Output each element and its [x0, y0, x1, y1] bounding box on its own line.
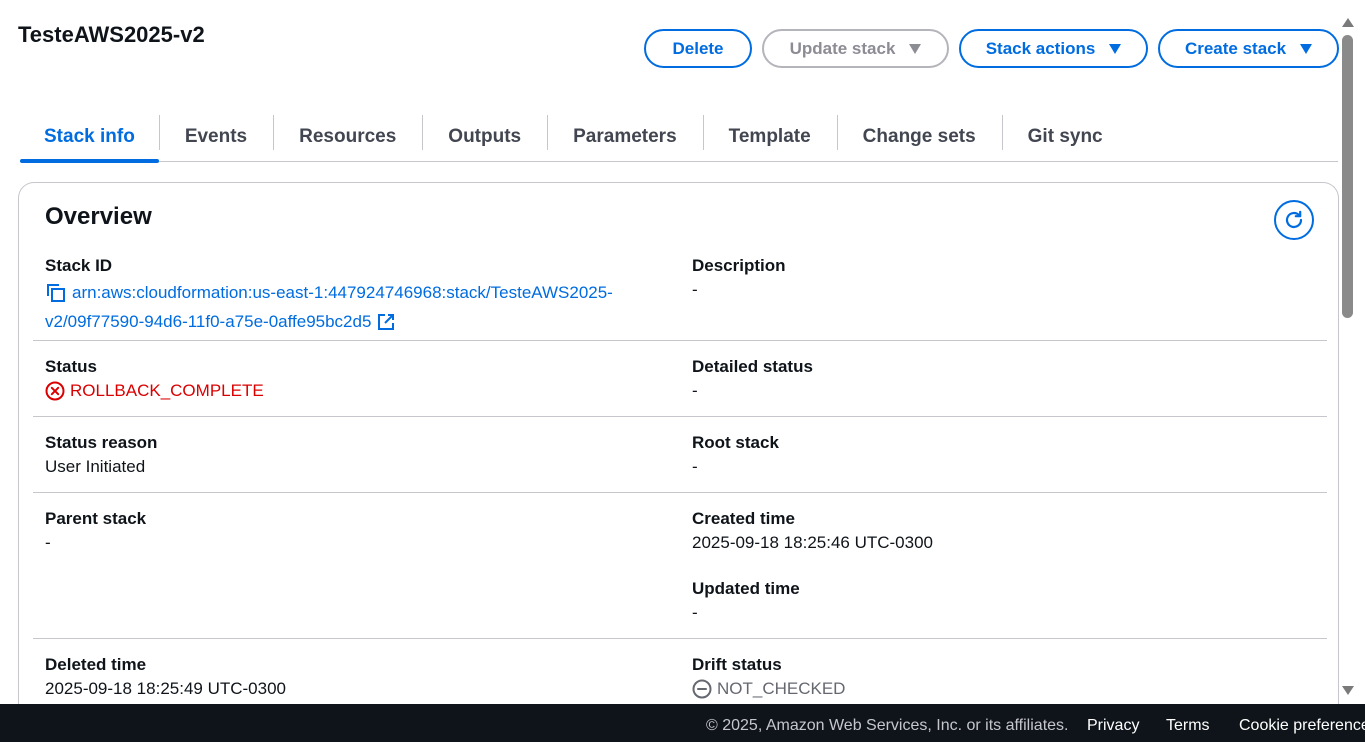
- detailed-status-value: -: [692, 381, 698, 400]
- updated-time-value: -: [692, 603, 698, 622]
- caret-down-icon: [909, 43, 922, 54]
- row-divider: [33, 340, 1327, 341]
- page-title: TesteAWS2025-v2: [18, 22, 205, 47]
- drift-status-text: NOT_CHECKED: [717, 679, 846, 698]
- detailed-status-label: Detailed status: [692, 357, 813, 376]
- not-checked-icon: [692, 679, 712, 699]
- drift-status-field: Drift status NOT_CHECKED: [692, 654, 845, 701]
- stack-id-link-line1[interactable]: arn:aws:cloudformation:us-east-1:4479247…: [72, 280, 665, 305]
- footer-terms-link[interactable]: Terms: [1166, 717, 1210, 735]
- created-time-field: Created time 2025-09-18 18:25:46 UTC-030…: [692, 508, 933, 555]
- status-label: Status: [45, 357, 97, 376]
- drift-status-label: Drift status: [692, 655, 782, 674]
- description-field: Description -: [692, 255, 786, 302]
- overview-title: Overview: [45, 203, 152, 230]
- external-link-icon[interactable]: [376, 312, 396, 332]
- footer-cookie-preferences-link[interactable]: Cookie preferences: [1239, 717, 1365, 735]
- row-divider: [33, 638, 1327, 639]
- root-stack-field: Root stack -: [692, 432, 779, 479]
- status-text: ROLLBACK_COMPLETE: [70, 381, 264, 400]
- row-divider: [33, 416, 1327, 417]
- stack-id-row: arn:aws:cloudformation:us-east-1:4479247…: [45, 280, 665, 309]
- console-footer: © 2025, Amazon Web Services, Inc. or its…: [0, 704, 1365, 742]
- tab-change-sets[interactable]: Change sets: [836, 113, 1002, 161]
- stack-id-label: Stack ID: [45, 256, 113, 275]
- description-label: Description: [692, 256, 786, 275]
- stack-id-link-line2[interactable]: v2/09f77590-94d6-11f0-a75e-0affe95bc2d5: [45, 309, 371, 334]
- stack-action-bar: Delete Update stack Stack actions Create…: [644, 29, 1339, 68]
- parent-stack-field: Parent stack -: [45, 508, 146, 555]
- parent-stack-value: -: [45, 533, 51, 552]
- create-stack-button[interactable]: Create stack: [1158, 29, 1339, 68]
- root-stack-value: -: [692, 457, 698, 476]
- error-icon: [45, 381, 65, 401]
- refresh-button[interactable]: [1274, 200, 1314, 240]
- tab-parameters[interactable]: Parameters: [547, 113, 703, 161]
- tab-git-sync[interactable]: Git sync: [1001, 113, 1129, 161]
- status-reason-label: Status reason: [45, 433, 158, 452]
- root-stack-label: Root stack: [692, 433, 779, 452]
- updated-time-field: Updated time -: [692, 578, 800, 625]
- row-divider: [33, 492, 1327, 493]
- stack-id-row-2: v2/09f77590-94d6-11f0-a75e-0affe95bc2d5: [45, 309, 665, 334]
- status-reason-value: User Initiated: [45, 457, 146, 476]
- stack-tabs: Stack info Events Resources Outputs Para…: [20, 113, 1338, 163]
- status-reason-field: Status reason User Initiated: [45, 432, 157, 479]
- tab-stack-info[interactable]: Stack info: [20, 113, 159, 163]
- deleted-time-field: Deleted time 2025-09-18 18:25:49 UTC-030…: [45, 654, 286, 701]
- created-time-label: Created time: [692, 509, 795, 528]
- delete-button[interactable]: Delete: [644, 29, 752, 68]
- description-value: -: [692, 280, 698, 299]
- stack-id-value: arn:aws:cloudformation:us-east-1:4479247…: [72, 280, 665, 305]
- parent-stack-label: Parent stack: [45, 509, 147, 528]
- update-stack-button[interactable]: Update stack: [762, 29, 949, 68]
- update-stack-button-label: Update stack: [789, 38, 896, 58]
- deleted-time-label: Deleted time: [45, 655, 147, 674]
- copy-icon[interactable]: [45, 282, 67, 309]
- caret-down-icon: [1300, 43, 1313, 54]
- deleted-time-value: 2025-09-18 18:25:49 UTC-0300: [45, 679, 286, 698]
- scroll-up-arrow-icon[interactable]: [1342, 18, 1354, 27]
- delete-button-label: Delete: [672, 38, 724, 58]
- stack-id-field: Stack ID arn:aws:cloudformation:us-east-…: [45, 255, 665, 334]
- footer-privacy-link[interactable]: Privacy: [1087, 717, 1139, 735]
- stack-actions-button[interactable]: Stack actions: [959, 29, 1148, 68]
- page-scrollbar[interactable]: [1339, 14, 1357, 704]
- scroll-down-arrow-icon[interactable]: [1342, 686, 1354, 695]
- create-stack-button-label: Create stack: [1184, 38, 1287, 58]
- stack-actions-button-label: Stack actions: [985, 38, 1096, 58]
- overview-panel: Overview Stack ID arn:aws:cloudformation…: [18, 182, 1339, 742]
- footer-copyright: © 2025, Amazon Web Services, Inc. or its…: [706, 717, 1069, 734]
- tab-outputs[interactable]: Outputs: [422, 113, 547, 161]
- cloudformation-stack-page: TesteAWS2025-v2 Delete Update stack Stac…: [0, 0, 1365, 742]
- status-field: Status ROLLBACK_COMPLETE: [45, 356, 264, 403]
- created-time-value: 2025-09-18 18:25:46 UTC-0300: [692, 533, 933, 552]
- refresh-icon: [1285, 210, 1303, 229]
- tab-template[interactable]: Template: [702, 113, 837, 161]
- tab-resources[interactable]: Resources: [273, 113, 422, 161]
- drift-status-value: NOT_CHECKED: [692, 676, 845, 701]
- caret-down-icon: [1109, 43, 1122, 54]
- detailed-status-field: Detailed status -: [692, 356, 813, 403]
- updated-time-label: Updated time: [692, 579, 800, 598]
- tab-events[interactable]: Events: [158, 113, 273, 161]
- scroll-thumb[interactable]: [1342, 35, 1353, 318]
- status-value: ROLLBACK_COMPLETE: [45, 378, 264, 403]
